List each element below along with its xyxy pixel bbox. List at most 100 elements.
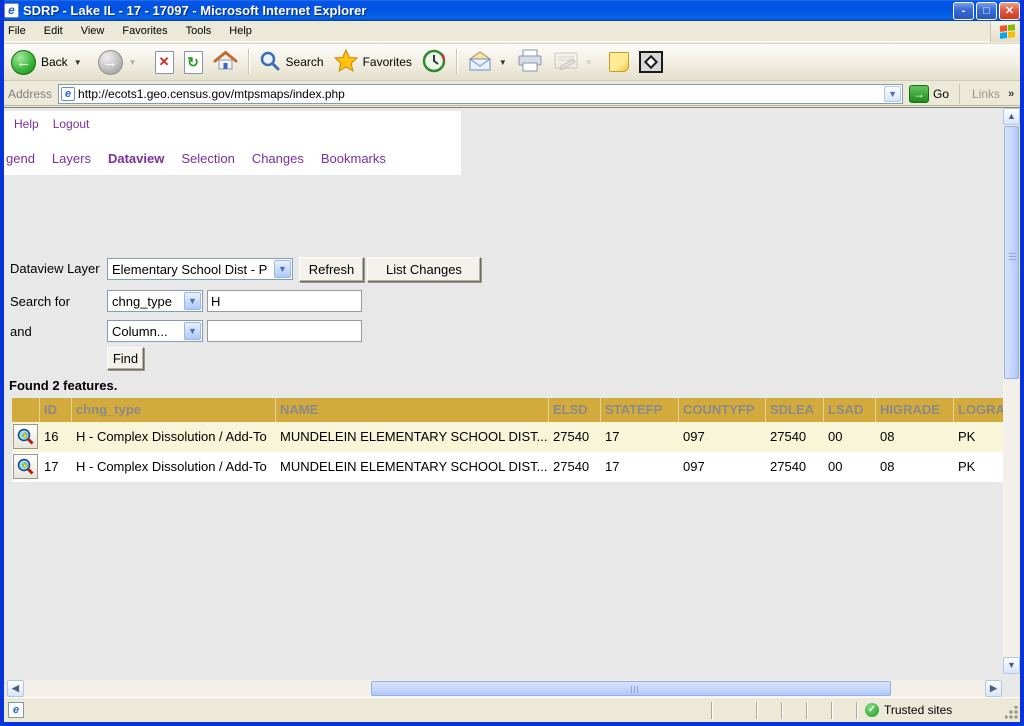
history-button[interactable] bbox=[417, 46, 451, 79]
favorites-button[interactable]: Favorites bbox=[329, 46, 417, 78]
cell-name: MUNDELEIN ELEMENTARY SCHOOL DIST... bbox=[276, 422, 549, 452]
and-column-select[interactable]: Column... ▼ bbox=[107, 320, 203, 342]
refresh-layer-button[interactable]: Refresh bbox=[299, 257, 364, 282]
search-for-label: Search for bbox=[10, 294, 70, 309]
go-button[interactable]: → Go bbox=[909, 85, 949, 103]
cell-lsad: 00 bbox=[824, 452, 876, 482]
list-changes-button[interactable]: List Changes bbox=[367, 257, 481, 282]
diamond-addon-button[interactable] bbox=[634, 48, 668, 76]
back-dropdown-icon[interactable]: ▼ bbox=[74, 58, 82, 67]
column-header-name: NAME bbox=[276, 398, 549, 422]
nav-layers-link[interactable]: Layers bbox=[52, 151, 91, 166]
status-pane bbox=[781, 702, 806, 719]
trusted-sites-icon: ✓ bbox=[865, 703, 879, 717]
status-pane bbox=[756, 702, 781, 719]
menu-file[interactable]: File bbox=[8, 25, 26, 37]
nav-selection-link[interactable]: Selection bbox=[181, 151, 234, 166]
scroll-right-icon[interactable]: ▶ bbox=[985, 680, 1002, 697]
table-row: 16 H - Complex Dissolution / Add-To MUND… bbox=[12, 422, 1009, 452]
menu-edit[interactable]: Edit bbox=[44, 25, 63, 37]
menu-favorites[interactable]: Favorites bbox=[122, 25, 167, 37]
nav-legend-link[interactable]: gend bbox=[6, 151, 35, 166]
cell-countyfp: 097 bbox=[679, 422, 766, 452]
and-column-arrow-icon[interactable]: ▼ bbox=[184, 322, 201, 340]
horizontal-scroll-thumb[interactable] bbox=[371, 681, 891, 696]
go-arrow-icon: → bbox=[909, 85, 929, 103]
column-header-lsad: LSAD bbox=[824, 398, 876, 422]
column-header-chng-type: chng_type bbox=[72, 398, 276, 422]
favorites-star-icon bbox=[334, 49, 358, 75]
search-column-arrow-icon[interactable]: ▼ bbox=[184, 292, 201, 310]
cell-chng-type: H - Complex Dissolution / Add-To bbox=[72, 422, 276, 452]
ie-app-icon: e bbox=[4, 3, 19, 18]
edit-button: ▼ bbox=[548, 47, 598, 78]
address-field[interactable]: e http://ecots1.geo.census.gov/mtpsmaps/… bbox=[58, 84, 903, 104]
search-button[interactable]: Search bbox=[254, 47, 329, 78]
resize-grip[interactable] bbox=[1005, 706, 1018, 719]
nav-dataview-link[interactable]: Dataview bbox=[108, 151, 164, 166]
status-bar: e ✓ Trusted sites bbox=[4, 697, 1020, 722]
nav-bookmarks-link[interactable]: Bookmarks bbox=[321, 151, 386, 166]
windows-logo bbox=[990, 21, 1024, 42]
toolbar-separator bbox=[248, 49, 249, 75]
notes-addon-button[interactable] bbox=[604, 49, 634, 75]
mail-dropdown-icon[interactable]: ▼ bbox=[499, 58, 507, 67]
close-button[interactable]: ✕ bbox=[999, 2, 1020, 20]
zoom-to-feature-button[interactable] bbox=[13, 424, 38, 449]
forward-dropdown-icon: ▼ bbox=[129, 58, 137, 67]
menu-view[interactable]: View bbox=[81, 25, 105, 37]
stop-button[interactable]: ✕ bbox=[150, 48, 179, 77]
menu-help[interactable]: Help bbox=[229, 25, 252, 37]
vertical-scroll-thumb[interactable] bbox=[1004, 126, 1019, 379]
logout-link[interactable]: Logout bbox=[53, 117, 90, 131]
and-label: and bbox=[10, 324, 32, 339]
forward-button[interactable]: → ▼ bbox=[93, 47, 142, 78]
links-overflow-icon[interactable]: » bbox=[1008, 88, 1014, 100]
home-icon bbox=[213, 49, 238, 76]
back-button[interactable]: ← Back ▼ bbox=[6, 47, 87, 78]
sticky-note-icon bbox=[609, 52, 629, 72]
status-page-icon: e bbox=[8, 702, 24, 718]
window-title: SDRP - Lake IL - 17 - 17097 - Microsoft … bbox=[23, 3, 366, 18]
page-icon: e bbox=[61, 87, 75, 101]
vertical-scrollbar[interactable]: ▲ ▼ bbox=[1003, 108, 1020, 674]
cell-elsd: 27540 bbox=[549, 452, 601, 482]
address-dropdown-icon[interactable]: ▼ bbox=[884, 86, 901, 102]
scroll-down-icon[interactable]: ▼ bbox=[1003, 657, 1020, 674]
refresh-button[interactable]: ↻ bbox=[179, 48, 208, 77]
browser-window: e SDRP - Lake IL - 17 - 17097 - Microsof… bbox=[0, 0, 1024, 726]
minimize-button[interactable]: - bbox=[953, 2, 974, 20]
column-header-statefp: STATEFP bbox=[601, 398, 679, 422]
diamond-icon bbox=[639, 51, 663, 73]
dataview-layer-label: Dataview Layer bbox=[10, 261, 100, 276]
search-value-input[interactable] bbox=[207, 290, 362, 312]
cell-sdlea: 27540 bbox=[766, 422, 824, 452]
nav-changes-link[interactable]: Changes bbox=[252, 151, 304, 166]
cell-name: MUNDELEIN ELEMENTARY SCHOOL DIST... bbox=[276, 452, 549, 482]
links-label[interactable]: Links bbox=[972, 87, 1000, 101]
cell-id: 17 bbox=[40, 452, 72, 482]
address-url[interactable]: http://ecots1.geo.census.gov/mtpsmaps/in… bbox=[78, 87, 884, 101]
scroll-up-icon[interactable]: ▲ bbox=[1003, 108, 1020, 125]
zoom-to-feature-button[interactable] bbox=[13, 454, 38, 479]
scroll-left-icon[interactable]: ◀ bbox=[7, 680, 24, 697]
home-button[interactable] bbox=[208, 46, 243, 79]
search-column-select[interactable]: chng_type ▼ bbox=[107, 290, 203, 312]
horizontal-scrollbar[interactable]: ◀ ▶ bbox=[7, 680, 1002, 697]
edit-page-icon bbox=[553, 50, 579, 75]
mail-button[interactable]: ▼ bbox=[462, 47, 512, 78]
maximize-button[interactable]: □ bbox=[976, 2, 997, 20]
layer-select[interactable]: Elementary School Dist - P ▼ bbox=[107, 258, 293, 280]
cell-statefp: 17 bbox=[601, 422, 679, 452]
and-value-input[interactable] bbox=[207, 320, 362, 342]
find-button[interactable]: Find bbox=[107, 347, 144, 370]
security-zone-label: Trusted sites bbox=[884, 703, 952, 717]
print-button[interactable] bbox=[512, 46, 548, 78]
menu-tools[interactable]: Tools bbox=[186, 25, 212, 37]
menu-bar: File Edit View Favorites Tools Help bbox=[0, 21, 1024, 42]
help-link[interactable]: Help bbox=[14, 117, 39, 131]
results-table: ID chng_type NAME ELSD STATEFP COUNTYFP … bbox=[12, 398, 1009, 482]
layer-select-arrow-icon[interactable]: ▼ bbox=[274, 260, 291, 278]
cell-lsad: 00 bbox=[824, 422, 876, 452]
magnifier-icon bbox=[17, 428, 34, 445]
